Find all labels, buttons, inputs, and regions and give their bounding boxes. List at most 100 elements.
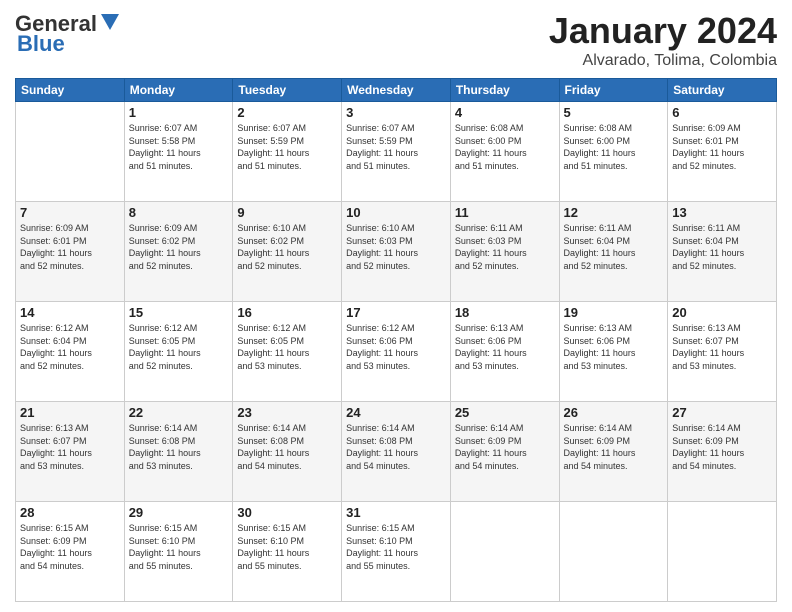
table-row: 26Sunrise: 6:14 AM Sunset: 6:09 PM Dayli… (559, 402, 668, 502)
table-row: 16Sunrise: 6:12 AM Sunset: 6:05 PM Dayli… (233, 302, 342, 402)
table-row: 17 Sunrise: 6:12 AM Sunset: 6:06 PM Dayli… (342, 302, 451, 402)
day-info: Sunrise: 6:15 AM Sunset: 6:10 PM Dayligh… (129, 522, 229, 572)
calendar-week-row: 7Sunrise: 6:09 AM Sunset: 6:01 PM Daylig… (16, 202, 777, 302)
logo-blue: Blue (17, 31, 65, 57)
day-info: Sunrise: 6:12 AM Sunset: 6:06 PM Dayligh… (346, 322, 446, 372)
table-row: 30 Sunrise: 6:15 AM Sunset: 6:10 PM Dayli… (233, 502, 342, 602)
day-info: Sunrise: 6:13 AM Sunset: 6:06 PM Dayligh… (455, 322, 555, 372)
day-number: 29 (129, 505, 229, 520)
calendar-table: Sunday Monday Tuesday Wednesday Thursday… (15, 78, 777, 602)
table-row: 23 Sunrise: 6:14 AM Sunset: 6:08 PM Dayli… (233, 402, 342, 502)
day-info: Sunrise: 6:15 AM Sunset: 6:10 PM Dayligh… (237, 522, 337, 572)
calendar-week-row: 21Sunrise: 6:13 AM Sunset: 6:07 PM Dayli… (16, 402, 777, 502)
day-number: 15 (129, 305, 229, 320)
logo: General Blue (15, 10, 121, 57)
col-monday: Monday (124, 79, 233, 102)
table-row: 5Sunrise: 6:08 AM Sunset: 6:00 PM Daylig… (559, 102, 668, 202)
day-info: Sunrise: 6:09 AM Sunset: 6:01 PM Dayligh… (20, 222, 120, 272)
table-row: 10 Sunrise: 6:10 AM Sunset: 6:03 PM Dayli… (342, 202, 451, 302)
day-info: Sunrise: 6:08 AM Sunset: 6:00 PM Dayligh… (564, 122, 664, 172)
day-number: 10 (346, 205, 446, 220)
table-row: 29 Sunrise: 6:15 AM Sunset: 6:10 PM Dayli… (124, 502, 233, 602)
day-info: Sunrise: 6:12 AM Sunset: 6:05 PM Dayligh… (237, 322, 337, 372)
table-row: 2 Sunrise: 6:07 AM Sunset: 5:59 PM Daylig… (233, 102, 342, 202)
table-row (559, 502, 668, 602)
day-info: Sunrise: 6:07 AM Sunset: 5:59 PM Dayligh… (346, 122, 446, 172)
day-number: 20 (672, 305, 772, 320)
day-number: 13 (672, 205, 772, 220)
table-row: 15Sunrise: 6:12 AM Sunset: 6:05 PM Dayli… (124, 302, 233, 402)
day-number: 14 (20, 305, 120, 320)
page: General Blue January 2024 Alvarado, Toli… (0, 0, 792, 612)
location-title: Alvarado, Tolima, Colombia (549, 52, 777, 70)
day-info: Sunrise: 6:10 AM Sunset: 6:03 PM Dayligh… (346, 222, 446, 272)
title-block: January 2024 Alvarado, Tolima, Colombia (549, 10, 777, 70)
day-number: 12 (564, 205, 664, 220)
table-row: 27 Sunrise: 6:14 AM Sunset: 6:09 PM Dayli… (668, 402, 777, 502)
day-info: Sunrise: 6:15 AM Sunset: 6:09 PM Dayligh… (20, 522, 120, 572)
day-number: 11 (455, 205, 555, 220)
table-row: 3 Sunrise: 6:07 AM Sunset: 5:59 PM Daylig… (342, 102, 451, 202)
table-row: 13 Sunrise: 6:11 AM Sunset: 6:04 PM Dayli… (668, 202, 777, 302)
col-wednesday: Wednesday (342, 79, 451, 102)
calendar-week-row: 1Sunrise: 6:07 AM Sunset: 5:58 PM Daylig… (16, 102, 777, 202)
table-row: 28 Sunrise: 6:15 AM Sunset: 6:09 PM Dayli… (16, 502, 125, 602)
table-row: 22 Sunrise: 6:14 AM Sunset: 6:08 PM Dayli… (124, 402, 233, 502)
table-row: 8 Sunrise: 6:09 AM Sunset: 6:02 PM Daylig… (124, 202, 233, 302)
day-info: Sunrise: 6:11 AM Sunset: 6:04 PM Dayligh… (564, 222, 664, 272)
table-row: 14 Sunrise: 6:12 AM Sunset: 6:04 PM Dayli… (16, 302, 125, 402)
calendar-header-row: Sunday Monday Tuesday Wednesday Thursday… (16, 79, 777, 102)
day-info: Sunrise: 6:07 AM Sunset: 5:59 PM Dayligh… (237, 122, 337, 172)
table-row: 9Sunrise: 6:10 AM Sunset: 6:02 PM Daylig… (233, 202, 342, 302)
table-row: 7Sunrise: 6:09 AM Sunset: 6:01 PM Daylig… (16, 202, 125, 302)
col-thursday: Thursday (450, 79, 559, 102)
month-title: January 2024 (549, 10, 777, 52)
day-info: Sunrise: 6:14 AM Sunset: 6:08 PM Dayligh… (237, 422, 337, 472)
day-number: 22 (129, 405, 229, 420)
day-info: Sunrise: 6:09 AM Sunset: 6:02 PM Dayligh… (129, 222, 229, 272)
col-saturday: Saturday (668, 79, 777, 102)
day-number: 6 (672, 105, 772, 120)
day-info: Sunrise: 6:14 AM Sunset: 6:08 PM Dayligh… (129, 422, 229, 472)
day-number: 8 (129, 205, 229, 220)
day-info: Sunrise: 6:14 AM Sunset: 6:09 PM Dayligh… (455, 422, 555, 472)
day-info: Sunrise: 6:13 AM Sunset: 6:07 PM Dayligh… (20, 422, 120, 472)
day-info: Sunrise: 6:15 AM Sunset: 6:10 PM Dayligh… (346, 522, 446, 572)
logo-arrow-icon (99, 10, 121, 32)
day-info: Sunrise: 6:11 AM Sunset: 6:04 PM Dayligh… (672, 222, 772, 272)
calendar-week-row: 14 Sunrise: 6:12 AM Sunset: 6:04 PM Dayli… (16, 302, 777, 402)
day-number: 17 (346, 305, 446, 320)
col-tuesday: Tuesday (233, 79, 342, 102)
header: General Blue January 2024 Alvarado, Toli… (15, 10, 777, 70)
table-row: 24Sunrise: 6:14 AM Sunset: 6:08 PM Dayli… (342, 402, 451, 502)
day-number: 27 (672, 405, 772, 420)
table-row: 18Sunrise: 6:13 AM Sunset: 6:06 PM Dayli… (450, 302, 559, 402)
day-number: 25 (455, 405, 555, 420)
day-info: Sunrise: 6:14 AM Sunset: 6:09 PM Dayligh… (564, 422, 664, 472)
day-number: 23 (237, 405, 337, 420)
table-row: 12 Sunrise: 6:11 AM Sunset: 6:04 PM Dayli… (559, 202, 668, 302)
table-row: 19Sunrise: 6:13 AM Sunset: 6:06 PM Dayli… (559, 302, 668, 402)
day-info: Sunrise: 6:12 AM Sunset: 6:04 PM Dayligh… (20, 322, 120, 372)
day-number: 9 (237, 205, 337, 220)
day-info: Sunrise: 6:11 AM Sunset: 6:03 PM Dayligh… (455, 222, 555, 272)
day-number: 28 (20, 505, 120, 520)
day-number: 31 (346, 505, 446, 520)
table-row (668, 502, 777, 602)
table-row: 6 Sunrise: 6:09 AM Sunset: 6:01 PM Daylig… (668, 102, 777, 202)
day-number: 1 (129, 105, 229, 120)
day-info: Sunrise: 6:13 AM Sunset: 6:06 PM Dayligh… (564, 322, 664, 372)
day-number: 2 (237, 105, 337, 120)
table-row: 1Sunrise: 6:07 AM Sunset: 5:58 PM Daylig… (124, 102, 233, 202)
day-number: 30 (237, 505, 337, 520)
day-info: Sunrise: 6:14 AM Sunset: 6:09 PM Dayligh… (672, 422, 772, 472)
table-row: 25 Sunrise: 6:14 AM Sunset: 6:09 PM Dayli… (450, 402, 559, 502)
table-row: 11 Sunrise: 6:11 AM Sunset: 6:03 PM Dayli… (450, 202, 559, 302)
day-info: Sunrise: 6:09 AM Sunset: 6:01 PM Dayligh… (672, 122, 772, 172)
col-sunday: Sunday (16, 79, 125, 102)
table-row: 4Sunrise: 6:08 AM Sunset: 6:00 PM Daylig… (450, 102, 559, 202)
table-row (450, 502, 559, 602)
day-number: 4 (455, 105, 555, 120)
table-row (16, 102, 125, 202)
day-number: 3 (346, 105, 446, 120)
